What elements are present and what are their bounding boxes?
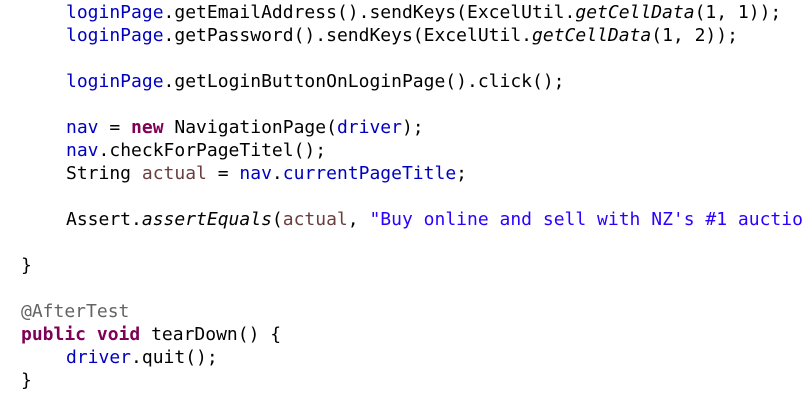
token-text: (1, 1)); <box>694 2 782 23</box>
token-text: , <box>347 209 370 230</box>
code-line-check-title: nav .checkForPageTitel(); <box>0 139 326 162</box>
token-local-variable: actual <box>282 209 348 230</box>
token-field: nav <box>66 140 99 161</box>
token-field: driver <box>336 117 402 138</box>
token-text: = <box>98 117 132 138</box>
token-text: .checkForPageTitel(); <box>98 140 327 161</box>
token-text: (1, 2)); <box>651 25 738 46</box>
token-static-method: assertEquals <box>141 209 272 230</box>
code-line-teardown-signature: public void tearDown() { <box>0 323 281 346</box>
token-field: loginPage <box>66 25 164 46</box>
code-line-annotation: @AfterTest <box>0 300 129 323</box>
code-line-email: loginPage .getEmailAddress().sendKeys(Exc… <box>0 1 781 24</box>
code-line-final-brace: } <box>0 369 32 392</box>
token-text: ( <box>271 209 283 230</box>
code-line-assert: Assert. assertEquals(actual, "Buy online … <box>0 208 803 231</box>
token-text: tearDown() { <box>140 324 282 345</box>
token-annotation: @AfterTest <box>21 301 130 322</box>
token-class: Assert. <box>66 209 142 230</box>
token-type: String <box>66 163 142 184</box>
token-field: nav <box>239 163 272 184</box>
token-text: . <box>271 163 283 184</box>
token-text: .getEmailAddress().sendKeys(ExcelUtil. <box>163 2 576 23</box>
token-text: .quit(); <box>131 347 218 368</box>
token-text: .getLoginButtonOnLoginPage().click(); <box>163 71 565 92</box>
token-field: loginPage <box>66 71 164 92</box>
token-brace: } <box>21 255 32 276</box>
code-line-driver-quit: driver .quit(); <box>0 346 218 369</box>
token-local-variable: actual <box>141 163 207 184</box>
token-keyword: new <box>131 117 164 138</box>
token-brace: } <box>21 370 32 391</box>
token-text: ; <box>456 163 467 184</box>
token-text: .getPassword().sendKeys(ExcelUtil. <box>163 25 533 46</box>
token-field: driver <box>66 347 132 368</box>
token-field: nav <box>66 117 99 138</box>
code-editor[interactable]: loginPage .getEmailAddress().sendKeys(Exc… <box>0 0 807 401</box>
code-line-close-brace: } <box>0 254 32 277</box>
token-text: ); <box>401 117 424 138</box>
code-line-nav-new: nav = new NavigationPage(driver); <box>0 116 424 139</box>
token-string: "Buy online and sell with NZ's #1 auctio <box>369 209 803 230</box>
token-keyword: public <box>21 324 87 345</box>
token-static-method: getCellData <box>575 2 695 23</box>
token-keyword: void <box>96 324 141 345</box>
token-static-method: getCellData <box>532 25 652 46</box>
token-field: currentPageTitle <box>282 163 457 184</box>
code-line-password: loginPage .getPassword().sendKeys(ExcelUt… <box>0 24 738 47</box>
token-field: loginPage <box>66 2 164 23</box>
code-line-login-click: loginPage .getLoginButtonOnLoginPage().cl… <box>0 70 565 93</box>
token-text: = <box>206 163 240 184</box>
token-text: NavigationPage( <box>163 117 337 138</box>
code-line-actual: String actual = nav. currentPageTitle; <box>0 162 467 185</box>
